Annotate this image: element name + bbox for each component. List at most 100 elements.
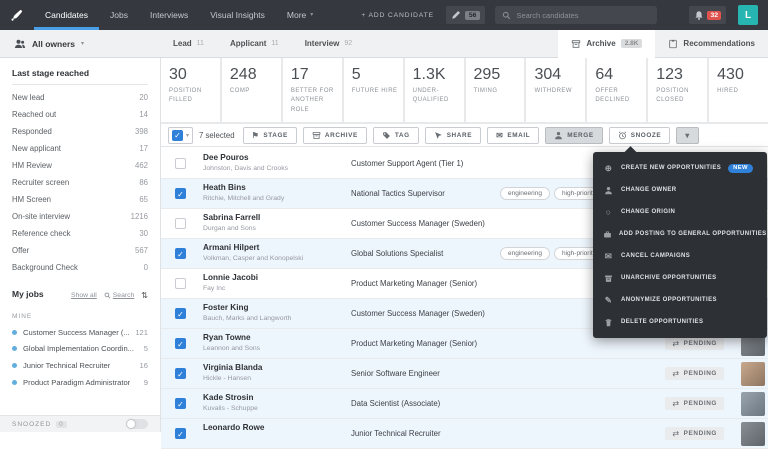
owner-filter[interactable]: All owners ▾ [0, 38, 160, 50]
candidate-row[interactable]: ✓ Virginia BlandaHickle - Hansen Senior … [161, 359, 768, 389]
user-avatar[interactable]: L [738, 5, 758, 25]
snoozed-bar: SNOOZED 0 [0, 415, 160, 432]
row-checkbox[interactable]: ✓ [175, 248, 186, 259]
tab-interview[interactable]: Interview92 [292, 30, 365, 58]
row-checkbox[interactable]: ✓ [175, 188, 186, 199]
briefcase-icon [603, 230, 612, 239]
row-checkbox[interactable] [175, 278, 186, 289]
stat-timing[interactable]: 295TIMING [466, 58, 525, 122]
add-candidate-button[interactable]: + ADD CANDIDATE [361, 12, 434, 19]
stage-reached-out[interactable]: Reached out14 [0, 106, 160, 123]
stage-recruiter-screen[interactable]: Recruiter screen86 [0, 174, 160, 191]
row-checkbox[interactable]: ✓ [175, 398, 186, 409]
tag-pill[interactable]: engineering [500, 187, 550, 200]
stat-offer-declined[interactable]: 64OFFER DECLINED [587, 58, 646, 122]
stage-offer[interactable]: Offer567 [0, 242, 160, 259]
stage-reference-check[interactable]: Reference check30 [0, 225, 160, 242]
stat-position-filled[interactable]: 30POSITION FILLED [161, 58, 220, 122]
tab-lead[interactable]: Lead11 [160, 30, 217, 58]
lever-logo-icon[interactable] [0, 0, 34, 30]
toggle-knob [127, 420, 135, 428]
menu-cancel-campaigns[interactable]: ✉ CANCEL CAMPAIGNS [593, 245, 767, 267]
archive-button[interactable]: ARCHIVE [303, 127, 367, 144]
new-badge: NEW [728, 164, 753, 173]
pending-badge: ⇄PENDING [665, 337, 724, 350]
row-checkbox[interactable]: ✓ [175, 428, 186, 439]
stat-hired[interactable]: 430HIRED [709, 58, 768, 122]
stage-button[interactable]: ⚑STAGE [243, 127, 297, 144]
job-item[interactable]: Junior Technical Recruiter16 [0, 357, 160, 374]
snooze-button[interactable]: SNOOZE [609, 127, 671, 144]
mine-section-label: MINE [12, 313, 148, 320]
notifications-button[interactable]: 32 [689, 6, 726, 24]
row-checkbox[interactable]: ✓ [175, 338, 186, 349]
search-input[interactable] [516, 11, 636, 20]
stat-withdrew[interactable]: 304WITHDREW [526, 58, 585, 122]
menu-change-owner[interactable]: CHANGE OWNER [593, 179, 767, 201]
stage-hm-review[interactable]: HM Review462 [0, 157, 160, 174]
search-box[interactable] [495, 6, 657, 24]
stage-background-check[interactable]: Background Check0 [0, 259, 160, 276]
stage-new-applicant[interactable]: New applicant17 [0, 140, 160, 157]
row-checkbox[interactable] [175, 218, 186, 229]
compose-button[interactable]: 56 [446, 6, 486, 24]
show-all-link[interactable]: Show all [71, 292, 97, 299]
nav-interviews[interactable]: Interviews [139, 0, 199, 30]
menu-change-origin[interactable]: ○ CHANGE ORIGIN [593, 201, 767, 223]
jobs-search-link[interactable]: Search [104, 292, 135, 299]
tag-pill[interactable]: engineering [500, 247, 550, 260]
archive-count-badge: 2.8K [621, 39, 643, 48]
stage-onsite-interview[interactable]: On-site interview1216 [0, 208, 160, 225]
row-checkbox[interactable]: ✓ [175, 368, 186, 379]
job-item[interactable]: Customer Success Manager (...121 [0, 324, 160, 341]
menu-anonymize-opportunities[interactable]: ✎ ANONYMIZE OPPORTUNITIES [593, 289, 767, 311]
tab-recommendations[interactable]: Recommendations [655, 30, 768, 58]
menu-add-posting[interactable]: ADD POSTING TO GENERAL OPPORTUNITIES [593, 223, 767, 245]
nav-candidates[interactable]: Candidates [34, 0, 99, 30]
owner-filter-label: All owners [32, 39, 75, 49]
transfer-arrows-icon: ⇄ [672, 429, 679, 438]
stat-future-hire[interactable]: 5FUTURE HIRE [344, 58, 403, 122]
share-cursor-icon [434, 131, 443, 140]
nav-jobs[interactable]: Jobs [99, 0, 139, 30]
my-jobs-title: My jobs [12, 289, 44, 299]
stat-under-qualified[interactable]: 1.3KUNDER-QUALIFIED [405, 58, 464, 122]
row-checkbox[interactable]: ✓ [175, 308, 186, 319]
nav-visual-insights[interactable]: Visual Insights [199, 0, 276, 30]
tag-button[interactable]: TAG [373, 127, 419, 144]
row-checkbox[interactable] [175, 158, 186, 169]
menu-create-new-opportunities[interactable]: ⊕ CREATE NEW OPPORTUNITIES NEW [593, 157, 767, 179]
stage-new-lead[interactable]: New lead20 [0, 89, 160, 106]
merge-button[interactable]: MERGE [545, 127, 602, 144]
search-icon [104, 292, 111, 299]
stat-position-closed[interactable]: 123POSITION CLOSED [648, 58, 707, 122]
menu-unarchive-opportunities[interactable]: UNARCHIVE OPPORTUNITIES [593, 267, 767, 289]
bulk-actions-menu: ⊕ CREATE NEW OPPORTUNITIES NEW CHANGE OW… [593, 152, 767, 338]
select-all-control[interactable]: ✓ ▾ [168, 127, 193, 144]
email-button[interactable]: ✉EMAIL [487, 127, 539, 144]
plus-circle-icon: ⊕ [603, 164, 614, 173]
more-actions-button[interactable]: ▾ [676, 127, 699, 144]
job-item[interactable]: Product Paradigm Administrator9 [0, 374, 160, 391]
nav-more[interactable]: More▾ [276, 0, 324, 30]
menu-delete-opportunities[interactable]: DELETE OPPORTUNITIES [593, 311, 767, 333]
stat-better-for-another-role[interactable]: 17BETTER FOR ANOTHER ROLE [283, 58, 342, 122]
candidate-row[interactable]: ✓ Leonardo Rowe Junior Technical Recruit… [161, 419, 768, 449]
pending-badge: ⇄PENDING [665, 367, 724, 380]
bulk-actions-toolbar: ✓ ▾ 7 selected ⚑STAGE ARCHIVE TAG SHARE … [161, 124, 768, 147]
job-item[interactable]: Global Implementation Coordin...5 [0, 341, 160, 358]
archive-reason-stats: 30POSITION FILLED 248COMP 17BETTER FOR A… [161, 58, 768, 124]
stage-hm-screen[interactable]: HM Screen65 [0, 191, 160, 208]
tab-applicant[interactable]: Applicant11 [217, 30, 292, 58]
chevron-down-icon: ▾ [685, 131, 690, 140]
stage-responded[interactable]: Responded398 [0, 123, 160, 140]
share-button[interactable]: SHARE [425, 127, 481, 144]
tab-archive[interactable]: Archive 2.8K [558, 30, 655, 58]
stat-comp[interactable]: 248COMP [222, 58, 281, 122]
snoozed-toggle[interactable] [126, 419, 148, 429]
people-icon [14, 38, 26, 50]
sort-icon[interactable]: ⇅ [141, 291, 148, 300]
select-all-checkbox[interactable]: ✓ [172, 130, 183, 141]
chevron-down-icon: ▾ [186, 132, 189, 139]
candidate-row[interactable]: ✓ Kade StrosinKuvalis - Schuppe Data Sci… [161, 389, 768, 419]
